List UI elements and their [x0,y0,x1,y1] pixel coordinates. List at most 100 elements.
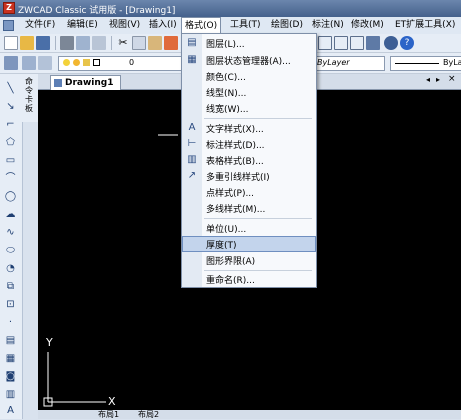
menu-dimension[interactable]: 标注(N) [309,18,347,32]
print-icon[interactable] [60,36,74,50]
tab-drawing1-label: Drawing1 [65,78,114,88]
tool-palette-icon[interactable] [350,36,364,50]
publish-icon[interactable] [92,36,106,50]
linetype-dropdown[interactable]: ByLayer [313,56,385,71]
ellipse-icon[interactable]: ⬭ [4,244,17,257]
mtext-icon[interactable]: A [4,404,17,417]
menu-modify[interactable]: 修改(M) [348,18,387,32]
point-icon[interactable]: · [4,316,17,329]
ellipse-arc-icon[interactable]: ◔ [4,262,17,275]
menu-item-label: 图形界限(A) [206,257,256,267]
menu-separator [204,218,312,219]
lock-icon [83,59,90,66]
menu-view[interactable]: 视图(V) [106,18,143,32]
ucs-y-label: Y [46,336,53,349]
region-icon[interactable]: ◙ [4,370,17,383]
help-icon[interactable]: ? [400,36,414,50]
window-title: ZWCAD Classic 试用版 - [Drawing1] [18,6,176,16]
menu-item-label: 线型(N)... [206,89,247,99]
match-properties-icon[interactable] [164,36,178,50]
menu-item-label: 标注样式(D)... [206,141,265,151]
ucs-x-label: X [108,395,116,408]
menu-item-linetype[interactable]: 线型(N)... [182,84,316,100]
menu-item-thickness[interactable]: 厚度(T) [182,236,316,252]
layer-manager-icon[interactable] [4,56,18,70]
lightbulb-icon [63,59,70,66]
spline-icon[interactable]: ∿ [4,226,17,239]
menu-item-text-style[interactable]: A 文字样式(X)... [182,120,316,136]
menu-item-table-style[interactable]: ▥ 表格样式(B)... [182,152,316,168]
menu-item-label: 颜色(C)... [206,73,246,83]
menu-separator [204,118,312,119]
menubar-doc-icon[interactable] [3,20,14,31]
menu-item-layer[interactable]: ▤ 图层(L)... [182,35,316,51]
tab-layout2[interactable]: 布局2 [138,409,159,420]
menu-item-rename[interactable]: 重命名(R)... [182,271,316,287]
open-folder-icon[interactable] [20,36,34,50]
table-style-icon: ▥ [187,154,197,165]
menu-item-drawing-limits[interactable]: 图形界限(A) [182,252,316,268]
menu-insert[interactable]: 插入(I) [146,18,180,32]
menu-item-layer-state-manager[interactable]: ▦ 图层状态管理器(A)... [182,52,316,68]
menu-item-units[interactable]: 单位(U)... [182,220,316,236]
arc-icon[interactable]: ⌒ [4,172,17,185]
menu-edit[interactable]: 编辑(E) [64,18,101,32]
polyline-icon[interactable]: ⌐ [4,118,17,131]
circle-icon[interactable]: ◯ [4,190,17,203]
command-panel-strip[interactable]: 命令卡板 [22,74,39,122]
menu-tools[interactable]: 工具(T) [227,18,264,32]
menu-item-label: 重命名(R)... [206,276,255,286]
tab-scroll-left-icon[interactable]: ◂ [426,75,430,84]
menu-item-multiline-style[interactable]: 多线样式(M)... [182,200,316,216]
menu-item-label: 线宽(W)... [206,105,249,115]
construction-line-icon[interactable]: ↘ [4,100,17,113]
paste-icon[interactable] [148,36,162,50]
menu-et-tools[interactable]: ET扩展工具(X) [392,18,458,32]
dim-style-icon: ⊢ [187,138,197,149]
insert-block-icon[interactable]: ⧉ [4,280,17,293]
layer-dropdown[interactable]: 0 [58,56,182,71]
menu-item-dim-style[interactable]: ⊢ 标注样式(D)... [182,136,316,152]
tab-layout1[interactable]: 布局1 [98,409,119,420]
menu-file[interactable]: 文件(F) [22,18,58,32]
menu-item-label: 图层状态管理器(A)... [206,57,291,67]
menu-item-label: 点样式(P)... [206,189,255,199]
cut-icon[interactable]: ✂ [116,36,130,50]
menu-item-label: 表格样式(B)... [206,157,264,167]
tab-close-icon[interactable]: × [448,74,456,84]
tab-drawing1[interactable]: Drawing1 [50,75,121,90]
menu-item-color[interactable]: 颜色(C)... [182,68,316,84]
title-bar: Z ZWCAD Classic 试用版 - [Drawing1] [0,0,461,17]
sun-icon [73,59,80,66]
gradient-icon[interactable]: ▦ [4,352,17,365]
draw-toolbar: ╲ ↘ ⌐ ⬠ ▭ ⌒ ◯ ☁ ∿ ⬭ ◔ ⧉ ⊡ · ▤ ▦ ◙ ▥ A [0,74,23,419]
design-center-icon[interactable] [334,36,348,50]
zoom-icon[interactable] [384,36,398,50]
lineweight-dropdown[interactable]: ByLa [390,56,461,71]
tab-scroll-right-icon[interactable]: ▸ [436,75,440,84]
new-icon[interactable] [4,36,18,50]
menu-item-label: 多重引线样式(I) [206,173,270,183]
menu-format[interactable]: 格式(O) [181,17,222,34]
lineweight-sample [395,63,439,64]
menu-draw[interactable]: 绘图(D) [268,18,306,32]
menu-item-lineweight[interactable]: 线宽(W)... [182,100,316,116]
calculator-icon[interactable] [366,36,380,50]
line-icon[interactable]: ╲ [4,82,17,95]
revision-cloud-icon[interactable]: ☁ [4,208,17,221]
save-icon[interactable] [36,36,50,50]
menu-item-point-style[interactable]: 点样式(P)... [182,184,316,200]
make-block-icon[interactable]: ⊡ [4,298,17,311]
layer-state-icon[interactable] [38,56,52,70]
rectangle-icon[interactable]: ▭ [4,154,17,167]
properties-icon[interactable] [318,36,332,50]
copy-icon[interactable] [132,36,146,50]
polygon-icon[interactable]: ⬠ [4,136,17,149]
table-icon[interactable]: ▥ [4,388,17,401]
layer-color-swatch [93,59,100,66]
hatch-icon[interactable]: ▤ [4,334,17,347]
layer-icon: ▤ [187,37,197,48]
print-preview-icon[interactable] [76,36,90,50]
menu-item-mleader-style[interactable]: ↗ 多重引线样式(I) [182,168,316,184]
layer-previous-icon[interactable] [22,56,36,70]
